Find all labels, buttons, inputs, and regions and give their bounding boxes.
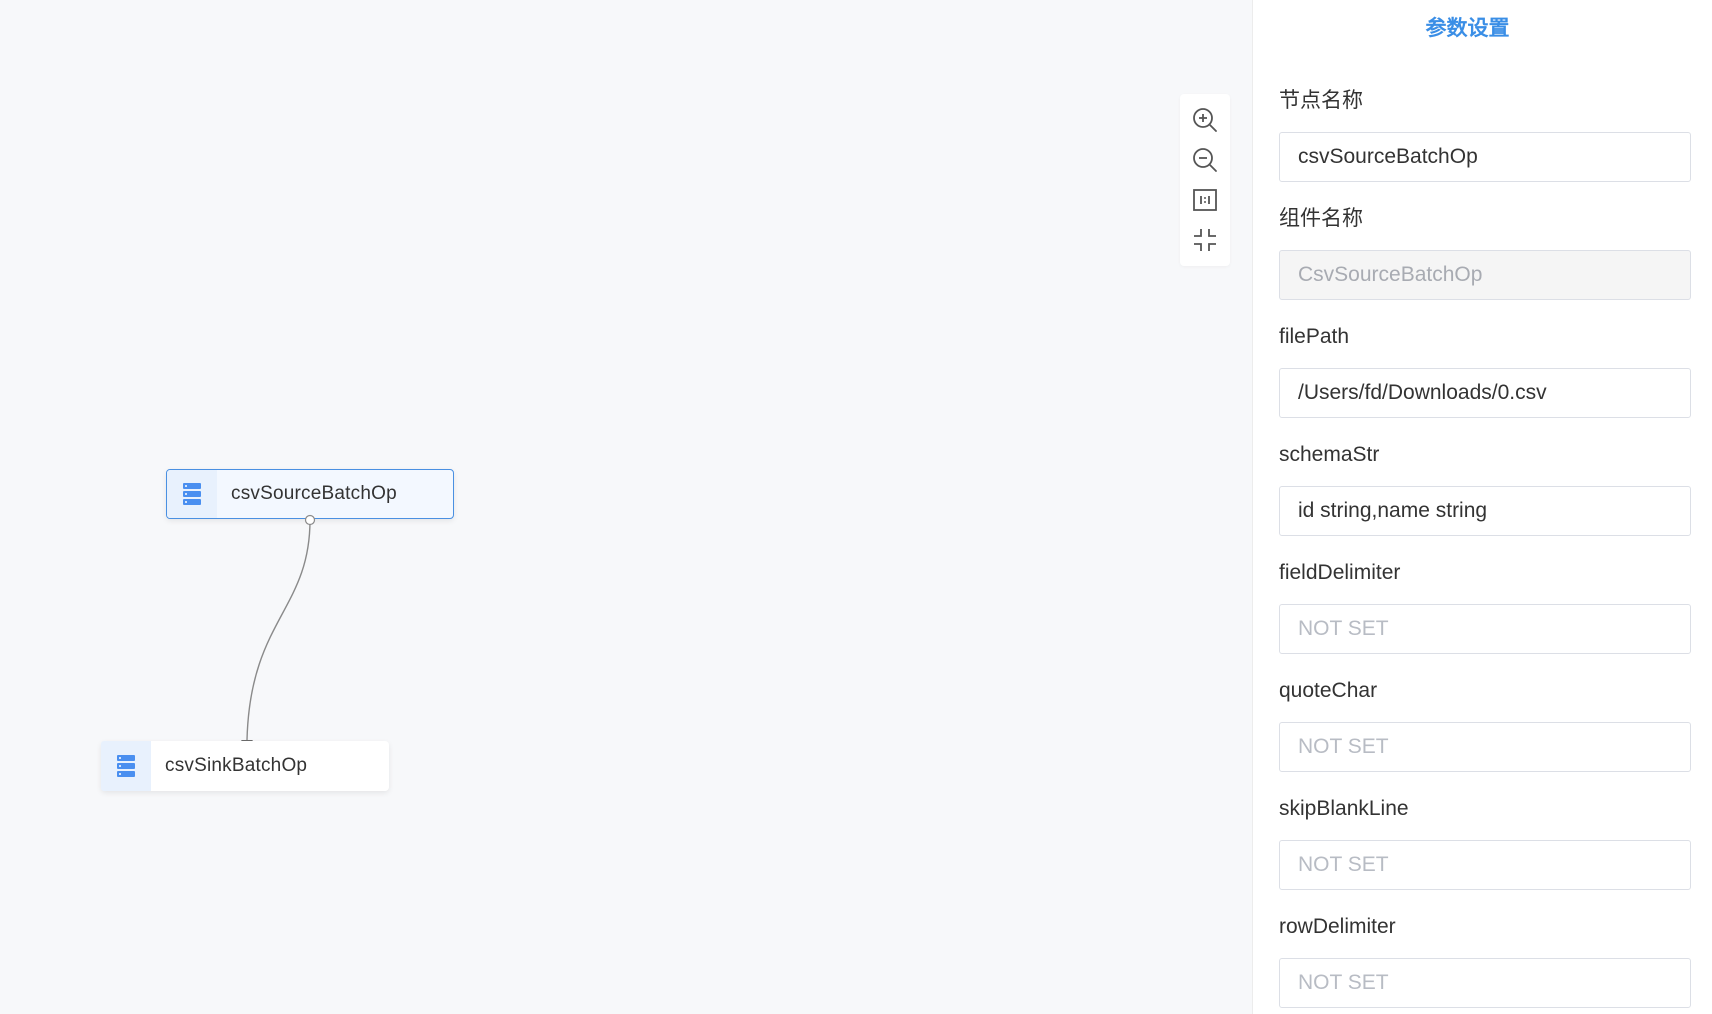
- row-delimiter-input[interactable]: [1279, 958, 1691, 1008]
- node-label: csvSinkBatchOp: [165, 755, 308, 776]
- field-label: filePath: [1279, 325, 1350, 348]
- schema-str-input[interactable]: [1279, 486, 1691, 536]
- component-name-input: [1279, 250, 1691, 300]
- field-row-delimiter: rowDelimiter: [1279, 910, 1712, 1008]
- quote-char-input[interactable]: [1279, 722, 1691, 772]
- field-label: skipBlankLine: [1279, 797, 1409, 820]
- node-label: csvSourceBatchOp: [231, 483, 397, 504]
- field-node-name: 节点名称: [1279, 84, 1712, 182]
- field-field-delimiter: fieldDelimiter: [1279, 556, 1712, 654]
- field-quote-char: quoteChar: [1279, 674, 1712, 772]
- actual-size-icon: [1193, 189, 1217, 211]
- field-component-name: 组件名称: [1279, 202, 1712, 300]
- field-skip-blank-line: skipBlankLine: [1279, 792, 1712, 890]
- edge-source-to-sink[interactable]: [246, 519, 311, 741]
- zoom-in-button[interactable]: [1189, 104, 1221, 136]
- field-label: 节点名称: [1279, 89, 1363, 112]
- zoom-toolbar: [1180, 94, 1230, 266]
- file-path-input[interactable]: [1279, 368, 1691, 418]
- zoom-out-button[interactable]: [1189, 144, 1221, 176]
- field-label: rowDelimiter: [1279, 915, 1396, 938]
- field-delimiter-input[interactable]: [1279, 604, 1691, 654]
- output-port[interactable]: [304, 514, 316, 526]
- param-form: 节点名称 组件名称 filePath schemaStr fieldDelimi…: [1253, 84, 1712, 1008]
- flow-canvas[interactable]: csvSourceBatchOp csvSinkBatchOp: [0, 0, 1252, 1014]
- node-name-input[interactable]: [1279, 132, 1691, 182]
- fit-view-icon: [1194, 229, 1216, 251]
- field-label: fieldDelimiter: [1279, 561, 1401, 584]
- zoom-in-icon: [1193, 108, 1217, 132]
- field-file-path: filePath: [1279, 320, 1712, 418]
- field-schema-str: schemaStr: [1279, 438, 1712, 536]
- actual-size-button[interactable]: [1189, 184, 1221, 216]
- panel-title: 参数设置: [1425, 17, 1510, 40]
- node-icon-container: [167, 470, 217, 518]
- properties-panel: 参数设置 节点名称 组件名称 filePath schemaStr fieldD…: [1252, 0, 1712, 1014]
- field-label: schemaStr: [1279, 443, 1380, 466]
- app-root: csvSourceBatchOp csvSinkBatchOp 参数设置 节点名…: [0, 0, 1712, 1014]
- field-label: quoteChar: [1279, 679, 1378, 702]
- database-icon: [117, 755, 135, 777]
- zoom-out-icon: [1193, 148, 1217, 172]
- database-icon: [183, 483, 201, 505]
- skip-blank-line-input[interactable]: [1279, 840, 1691, 890]
- field-label: 组件名称: [1279, 207, 1363, 230]
- node-csv-sink[interactable]: csvSinkBatchOp: [101, 741, 389, 791]
- node-csv-source[interactable]: csvSourceBatchOp: [166, 469, 454, 519]
- fit-view-button[interactable]: [1189, 224, 1221, 256]
- node-icon-container: [101, 741, 151, 791]
